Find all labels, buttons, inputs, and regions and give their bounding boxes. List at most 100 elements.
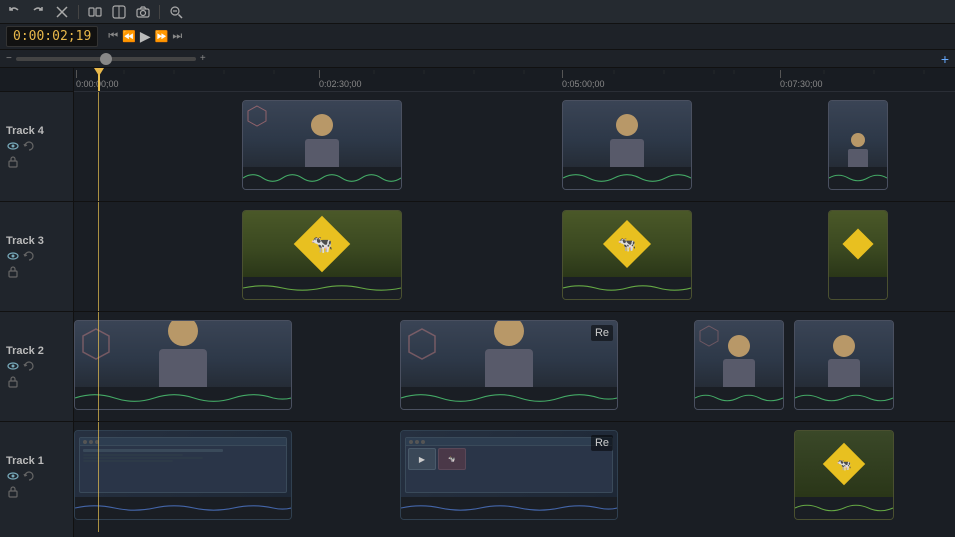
zoom-min-icon: − — [6, 53, 12, 64]
zoom-slider[interactable] — [16, 57, 196, 61]
redo-button[interactable] — [30, 4, 46, 20]
track2-clip1[interactable] — [74, 320, 292, 410]
track1-clip2[interactable]: ▶ 🐄 Re — [400, 430, 618, 520]
add-track-button[interactable]: + — [941, 51, 949, 67]
track2-clip2-label: Re — [591, 325, 613, 341]
sep1 — [78, 5, 79, 19]
track4-playhead — [98, 92, 99, 201]
timecode-bar: 0:00:02;19 ⏮ ⏪ ▶ ⏩ ⏭ — [0, 24, 955, 50]
track4-clip1[interactable] — [242, 100, 402, 190]
track1-clip1-thumb — [75, 431, 291, 497]
track4-lock[interactable] — [6, 155, 20, 169]
track3-row: 🐄 🐄 — [74, 202, 955, 312]
person-big2 — [485, 321, 533, 387]
track2-clip3-wave — [695, 387, 783, 409]
track1-lock[interactable] — [6, 485, 20, 499]
track3-rotate[interactable] — [22, 249, 36, 263]
ruler-placeholder — [0, 68, 73, 92]
zoom-out-icon — [168, 4, 184, 20]
track1-clip3[interactable]: 🐄 — [794, 430, 894, 520]
track2-clip2-thumb: Re — [401, 321, 617, 387]
ruler: 0:00:00;00 0:02:30;00 0:05:00;00 0:07:30… — [74, 68, 955, 92]
track1-name: Track 1 — [6, 455, 44, 467]
track1-clip1[interactable] — [74, 430, 292, 520]
tc-prev-icon[interactable]: ⏪ — [122, 30, 136, 43]
track4-icons — [6, 139, 36, 153]
track2-clip2-wave — [401, 387, 617, 409]
track2-clip1-thumb — [75, 321, 291, 387]
track4-eye[interactable] — [6, 139, 20, 153]
tc-play-icon[interactable]: ▶ — [140, 28, 151, 45]
timeline: 0:00:00;00 0:02:30;00 0:05:00;00 0:07:30… — [74, 68, 955, 537]
screen-mock2: ▶ 🐄 — [405, 437, 613, 493]
track2-clip4[interactable] — [794, 320, 894, 410]
track1-clip1-wave — [75, 497, 291, 519]
track-label-2: Track 2 — [0, 312, 73, 422]
track4-icons2 — [6, 155, 20, 169]
person-figure3 — [848, 133, 868, 167]
track4-rotate[interactable] — [22, 139, 36, 153]
ruler-mark-1: 0:02:30;00 — [319, 68, 362, 89]
track2-row: Re — [74, 312, 955, 422]
track3-clip2[interactable]: 🐄 — [562, 210, 692, 300]
track2-clip1-wave — [75, 387, 291, 409]
zoom-thumb[interactable] — [100, 53, 112, 65]
track1-clip3-wave — [795, 497, 893, 519]
track2-clip4-wave — [795, 387, 893, 409]
track4-name: Track 4 — [6, 125, 44, 137]
track-labels: Track 4 Track 3 — [0, 68, 74, 537]
hex-big — [81, 327, 111, 364]
track4-clip3-thumb — [829, 101, 887, 167]
track1-clip2-thumb: ▶ 🐄 Re — [401, 431, 617, 497]
track3-clip3-wave — [829, 277, 887, 299]
tracks-container: 🐄 🐄 — [74, 92, 955, 537]
sep2 — [159, 5, 160, 19]
track2-clip2[interactable]: Re — [400, 320, 618, 410]
track1-clip2-wave — [401, 497, 617, 519]
track2-clip3[interactable] — [694, 320, 784, 410]
track2-icons — [6, 359, 36, 373]
tc-end-icon[interactable]: ⏭ — [172, 30, 182, 43]
track3-name: Track 3 — [6, 235, 44, 247]
person-figure — [305, 114, 339, 167]
snap-button[interactable] — [87, 4, 103, 20]
track3-clip1-wave — [243, 277, 401, 299]
playhead-line — [98, 68, 100, 91]
track1-eye[interactable] — [6, 469, 20, 483]
timecode-display[interactable]: 0:00:02;19 — [6, 26, 98, 47]
track4-clip2[interactable] — [562, 100, 692, 190]
ruler-ticks — [74, 68, 955, 92]
track2-lock[interactable] — [6, 375, 20, 389]
track1-row: ▶ 🐄 Re 🐄 — [74, 422, 955, 532]
track2-rotate[interactable] — [22, 359, 36, 373]
person-med2 — [828, 335, 860, 387]
undo-button[interactable] — [6, 4, 22, 20]
track1-rotate[interactable] — [22, 469, 36, 483]
close-button[interactable] — [54, 4, 70, 20]
track3-clip3-thumb — [829, 211, 887, 277]
clip-tool-button[interactable] — [111, 4, 127, 20]
screen-mock — [79, 437, 287, 493]
tc-next-icon[interactable]: ⏩ — [155, 30, 169, 43]
camera-button[interactable] — [135, 4, 151, 20]
sign-thumb2: 🐄 — [610, 227, 644, 261]
track-label-1: Track 1 — [0, 422, 73, 532]
track3-playhead — [98, 202, 99, 311]
zoom-max-icon: + — [200, 53, 206, 64]
track3-clip2-wave — [563, 277, 691, 299]
hex-deco — [247, 105, 267, 130]
track2-eye[interactable] — [6, 359, 20, 373]
track3-clip1[interactable]: 🐄 — [242, 210, 402, 300]
track-label-4: Track 4 — [0, 92, 73, 202]
person-big — [159, 321, 207, 387]
track3-clip3[interactable] — [828, 210, 888, 300]
tc-back-icon[interactable]: ⏮ — [108, 30, 118, 43]
track2-clip4-thumb — [795, 321, 893, 387]
timecode-controls: ⏮ ⏪ ▶ ⏩ ⏭ — [108, 28, 182, 45]
hex-big2 — [407, 327, 437, 364]
track4-clip3[interactable] — [828, 100, 888, 190]
track2-clip3-thumb — [695, 321, 783, 387]
track3-eye[interactable] — [6, 249, 20, 263]
track3-lock[interactable] — [6, 265, 20, 279]
track2-icons2 — [6, 375, 20, 389]
